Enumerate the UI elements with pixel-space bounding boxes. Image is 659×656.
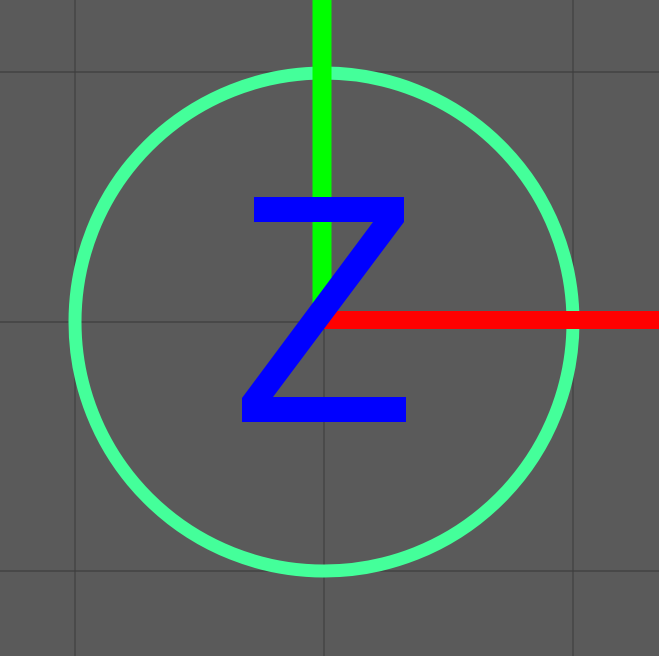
z-axis-label: Z xyxy=(242,197,406,422)
viewport-canvas[interactable]: Z xyxy=(0,0,659,656)
3d-viewport[interactable]: Z xyxy=(0,0,659,656)
